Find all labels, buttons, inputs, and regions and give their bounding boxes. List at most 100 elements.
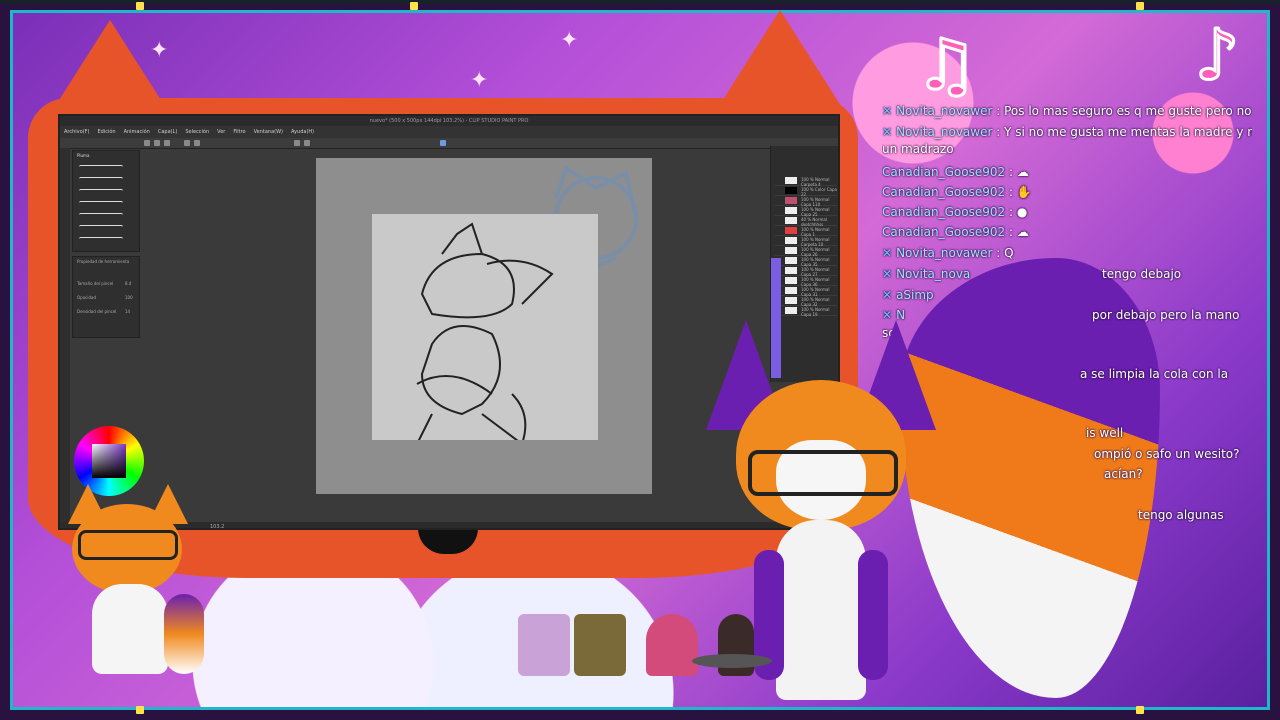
chat-text: por debajo pero la mano <box>1092 308 1240 322</box>
layer-thumbnail <box>785 267 797 274</box>
layer-row[interactable]: 100 % Normal Capa 36 <box>775 276 837 287</box>
pen-icon[interactable] <box>304 140 310 146</box>
save-icon[interactable] <box>164 140 170 146</box>
emote-icon: ☁ <box>1016 165 1029 179</box>
layer-thumbnail <box>785 287 797 294</box>
layer-thumbnail <box>785 307 797 314</box>
border-light <box>1136 2 1144 10</box>
layer-thumbnail <box>785 217 797 224</box>
selection-icon[interactable] <box>294 140 300 146</box>
brush-preset[interactable] <box>79 201 123 206</box>
chat-message: Canadian_Goose902 : ☁ <box>882 165 1029 180</box>
layer-thumbnail <box>785 297 797 304</box>
chat-text: a se limpia la cola con la <box>1080 367 1229 381</box>
emote-icon: ✋ <box>1016 185 1032 199</box>
menu-filter[interactable]: Filtro <box>233 129 245 135</box>
menu-file[interactable]: Archivo(F) <box>64 129 89 135</box>
sparkle-icon: ✦ <box>470 68 489 93</box>
layer-row[interactable]: 100 % Normal Carpeta 10 <box>775 236 837 247</box>
layer-row[interactable]: 100 % Normal Capa 35 <box>775 256 837 267</box>
mini-fox-body <box>92 584 168 674</box>
chat-text: : Y si no me gusta me mentas la madre y … <box>996 125 1252 139</box>
chat-username: Novita_novawer <box>896 246 993 260</box>
menu-edit[interactable]: Edición <box>97 129 115 135</box>
music-note-icon: ♫ <box>914 24 980 106</box>
tool-rail <box>60 148 70 528</box>
open-icon[interactable] <box>154 140 160 146</box>
mini-fox-tail <box>164 594 204 674</box>
chat-message: Canadian_Goose902 : ✋ <box>882 185 1032 200</box>
brush-group-label: Pluma <box>77 153 90 158</box>
brush-preset[interactable] <box>79 213 123 218</box>
chat-panel: ✕ Novita_novawer : Pos lo mas seguro es q… <box>882 104 1252 544</box>
layer-thumbnail <box>785 177 797 184</box>
raccoon-emote-icon <box>518 614 570 676</box>
layer-row[interactable]: 100 % Normal Capa 25 <box>775 206 837 217</box>
chat-text: : <box>1008 185 1013 199</box>
twitter-icon: ✕ <box>882 288 893 302</box>
layer-row[interactable]: 100 % Normal Capa 32 <box>775 296 837 307</box>
layer-row[interactable]: 100 % Normal Capa 27 <box>775 266 837 277</box>
twitter-icon: ✕ <box>882 125 893 139</box>
brush-size-label: Tamaño del pincel <box>77 281 114 286</box>
twitter-icon: ✕ <box>882 267 893 281</box>
chat-text: : <box>1008 225 1013 239</box>
mini-fox-avatar <box>58 484 204 684</box>
layer-thumbnail <box>785 227 797 234</box>
opacity-value[interactable]: 100 <box>125 295 133 300</box>
emote-icon: ● <box>1016 205 1028 219</box>
tool-property-panel: Propiedad de herramienta Tamaño del pinc… <box>72 256 140 338</box>
zoom-level[interactable]: 103.2 <box>210 524 224 528</box>
color-picker-square[interactable] <box>92 444 126 478</box>
brush-size-value[interactable]: 8.4 <box>125 281 131 286</box>
active-tool-icon[interactable] <box>440 140 446 146</box>
layer-row[interactable]: 40 % Normal sketchhhss <box>775 216 837 227</box>
menu-selection[interactable]: Selección <box>185 129 209 135</box>
drawing-canvas[interactable] <box>372 214 598 455</box>
chat-text: ompió o safo un wesito? <box>1094 447 1240 461</box>
layer-row[interactable]: 100 % Normal Capa 31 <box>775 286 837 297</box>
brush-preset[interactable] <box>79 165 123 170</box>
chat-username: Canadian_Goose902 <box>882 185 1006 199</box>
layer-row[interactable]: 100 % Normal Capa 110 <box>775 196 837 207</box>
chat-text: tengo debajo <box>1102 267 1182 281</box>
ufo-icon <box>692 654 772 668</box>
fox-sketch <box>411 222 554 455</box>
border-light <box>1136 706 1144 714</box>
layer-row[interactable]: 100 % Normal Carpeta 4 <box>775 176 837 187</box>
redo-icon[interactable] <box>194 140 200 146</box>
chat-message: ✕ aSimp <box>882 288 934 303</box>
layer-row[interactable]: 100 % Normal Capa 19 <box>775 306 837 317</box>
window-title: nuevo* (500 x 500px 144dpi 103.2%) - CLI… <box>60 116 838 126</box>
chat-message: ✕ Novita_nova tengo debajo <box>882 267 1181 282</box>
layer-row[interactable]: 100 % Color Capa 22 <box>775 186 837 197</box>
layer-thumbnail <box>785 257 797 264</box>
layer-row[interactable]: 100 % Normal Capa 1 <box>775 226 837 237</box>
new-icon[interactable] <box>144 140 150 146</box>
undo-icon[interactable] <box>184 140 190 146</box>
chat-text: : <box>1008 205 1013 219</box>
twitter-icon: ✕ <box>882 104 893 118</box>
brush-preset[interactable] <box>79 189 123 194</box>
chat-message: ✕ Novita_novawer : Q <box>882 246 1014 261</box>
chat-text: tengo algunas <box>1138 508 1224 522</box>
opacity-label: Opacidad <box>77 295 96 300</box>
border-light <box>136 2 144 10</box>
layer-thumbnail <box>785 207 797 214</box>
layer-row[interactable]: 100 % Normal Capa 26 <box>775 246 837 257</box>
chat-username: aSimp <box>896 288 934 302</box>
chat-username: Novita_nova <box>896 267 971 281</box>
density-value[interactable]: 14 <box>125 309 130 314</box>
menu-layer[interactable]: Capa(L) <box>158 129 177 135</box>
menu-window[interactable]: Ventana(W) <box>254 129 283 135</box>
menu-view[interactable]: Ver <box>217 129 225 135</box>
menu-animation[interactable]: Animación <box>124 129 150 135</box>
brush-preset[interactable] <box>79 177 123 182</box>
brush-preset[interactable] <box>79 225 123 230</box>
chat-text: : Q <box>996 246 1014 260</box>
brush-preset[interactable] <box>79 237 123 242</box>
chat-username: Novita_novawer <box>896 104 993 118</box>
menu-help[interactable]: Ayuda(H) <box>291 129 314 135</box>
vtuber-body <box>776 520 866 700</box>
chat-text: acían? <box>1104 467 1143 481</box>
